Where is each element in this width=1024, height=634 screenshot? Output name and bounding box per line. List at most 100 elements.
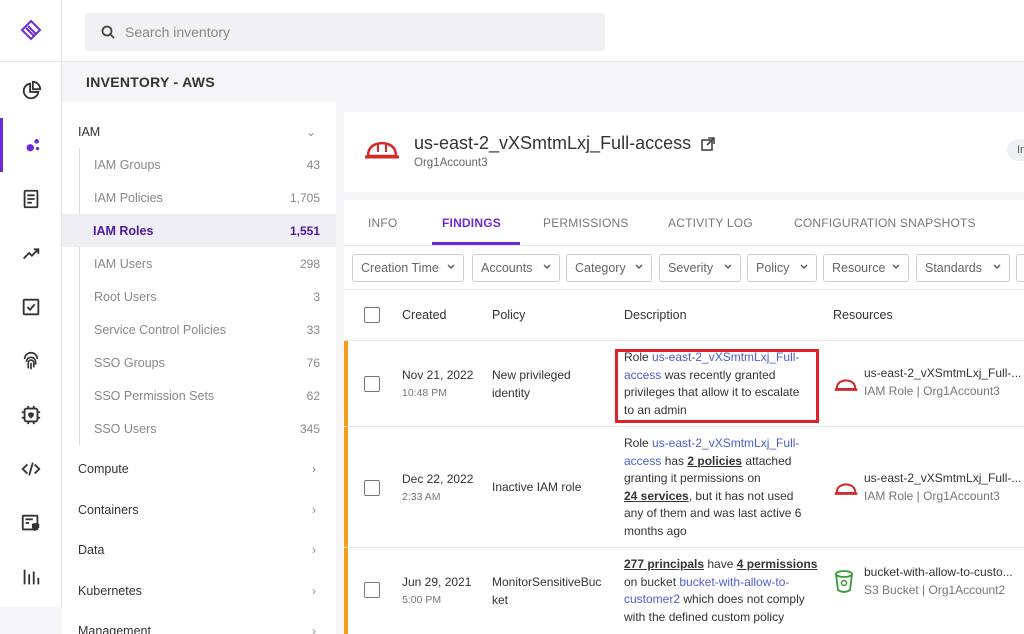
chevron-right-icon: › (312, 462, 316, 476)
tab-permissions[interactable]: PERMISSIONS (543, 216, 629, 230)
tree-category-label: Compute (78, 462, 129, 476)
tree-item-count: 62 (306, 388, 320, 403)
nav-workload[interactable] (0, 388, 62, 442)
policy-cell[interactable]: MonitorSensitiveBuc ket (492, 574, 601, 609)
resource-cell[interactable]: us-east-2_vXSmtmLxj_Full-... IAM Role | … (864, 365, 1021, 400)
nav-policies[interactable] (0, 496, 62, 550)
highlight-box (615, 349, 819, 423)
created-cell: Nov 21, 2022 10:48 PM (402, 367, 473, 402)
tree-item-iam-policies[interactable]: IAM Policies 1,705 (79, 181, 336, 214)
tree-item-sso-groups[interactable]: SSO Groups 76 (79, 346, 336, 379)
nav-identity[interactable] (0, 334, 62, 388)
chevron-down-icon (447, 264, 455, 269)
code-icon (21, 462, 41, 476)
column-header-description[interactable]: Description (624, 308, 687, 322)
tree-category-containers[interactable]: Containers › (62, 490, 336, 530)
tree-item-sso-permission-sets[interactable]: SSO Permission Sets 62 (79, 379, 336, 412)
search-input[interactable] (125, 24, 585, 40)
description-text: has (661, 453, 688, 468)
tree-item-iam-groups[interactable]: IAM Groups 43 (79, 148, 336, 181)
tree-item-root-users[interactable]: Root Users 3 (79, 280, 336, 313)
resource-cell[interactable]: bucket-with-allow-to-custo... S3 Bucket … (864, 564, 1013, 599)
description-text: which does not comply (680, 592, 805, 606)
iam-role-hardhat-icon (365, 141, 399, 159)
column-header-resources[interactable]: Resources (833, 308, 893, 322)
principals-link[interactable]: 277 principals (624, 557, 704, 571)
tree-category-compute[interactable]: Compute › (62, 449, 336, 489)
policy-cell[interactable]: New privileged identity (492, 367, 571, 402)
filter-label: Policy (756, 261, 790, 275)
tree-category-data[interactable]: Data › (62, 530, 336, 570)
resource-link[interactable]: customer2 (624, 592, 680, 606)
select-all-checkbox[interactable] (364, 307, 380, 323)
tab-info[interactable]: INFO (368, 216, 397, 230)
tab-findings[interactable]: FINDINGS (442, 216, 501, 230)
search-icon (101, 25, 115, 39)
tree-item-iam-users[interactable]: IAM Users 298 (79, 247, 336, 280)
nav-trends[interactable] (0, 226, 62, 280)
resource-link[interactable]: access (624, 454, 661, 468)
tab-configuration-snapshots[interactable]: CONFIGURATION SNAPSHOTS (794, 216, 976, 230)
created-time: 10:48 PM (402, 386, 447, 399)
filter-category[interactable]: Category (566, 254, 652, 282)
table-row[interactable]: Jun 29, 2021 5:00 PM MonitorSensitiveBuc… (344, 547, 1024, 634)
tree-item-label: IAM Roles (93, 223, 154, 238)
nav-code[interactable] (0, 442, 62, 496)
nav-dashboard[interactable] (0, 64, 62, 118)
external-link-icon[interactable] (701, 136, 715, 151)
description-cell: Role us-east-2_vXSmtmLxj_Full- access ha… (624, 435, 820, 540)
tree-category-label: IAM (78, 125, 101, 139)
policies-link[interactable]: 2 policies (687, 454, 742, 468)
column-header-policy[interactable]: Policy (492, 308, 525, 322)
tree-category-kubernetes[interactable]: Kubernetes › (62, 571, 336, 611)
active-tab-indicator (432, 242, 520, 245)
tree-item-label: IAM Groups (94, 157, 161, 172)
tree-category-label: Management (78, 624, 151, 634)
tree-category-management[interactable]: Management › (62, 611, 336, 634)
policy-cell[interactable]: Inactive IAM role (492, 479, 581, 497)
logo-icon (20, 19, 42, 40)
description-text: attached (742, 453, 792, 468)
tree-item-iam-roles[interactable]: IAM Roles 1,551 (62, 214, 336, 247)
tree-item-label: SSO Users (94, 421, 157, 436)
permissions-link[interactable]: 4 permissions (737, 557, 818, 571)
nav-inventory[interactable] (0, 118, 62, 172)
search-box[interactable] (85, 13, 605, 51)
tree-category-iam[interactable]: IAM ⌄ (62, 112, 336, 152)
description-text: months ago (624, 523, 687, 538)
tree-item-label: Service Control Policies (94, 322, 226, 337)
column-header-created[interactable]: Created (402, 308, 446, 322)
resource-name: bucket-with-allow-to-custo... (864, 565, 1013, 579)
row-checkbox[interactable] (364, 582, 380, 598)
filter-policy[interactable]: Policy (747, 254, 817, 282)
filter-more[interactable] (1016, 254, 1024, 282)
page-title: INVENTORY - AWS (86, 74, 215, 90)
tree-item-count: 43 (306, 157, 320, 172)
table-row[interactable]: Dec 22, 2022 2:33 AM Inactive IAM role R… (344, 426, 1024, 547)
chevron-right-icon: › (312, 543, 316, 557)
chevron-right-icon: › (312, 503, 316, 517)
tab-activity-log[interactable]: ACTIVITY LOG (668, 216, 753, 230)
row-checkbox[interactable] (364, 480, 380, 496)
filter-severity[interactable]: Severity (659, 254, 741, 282)
table-row[interactable]: Nov 21, 2022 10:48 PM New privileged ide… (344, 340, 1024, 426)
resource-cell[interactable]: us-east-2_vXSmtmLxj_Full-... IAM Role | … (864, 470, 1021, 505)
nav-reports[interactable] (0, 172, 62, 226)
resource-link[interactable]: us-east-2_vXSmtmLxj_Full- (652, 436, 799, 450)
filter-accounts[interactable]: Accounts (472, 254, 560, 282)
document-shield-icon (21, 514, 40, 532)
tree-item-count: 298 (299, 256, 320, 271)
nav-compliance[interactable] (0, 280, 62, 334)
row-checkbox[interactable] (364, 376, 380, 392)
tree-item-scp[interactable]: Service Control Policies 33 (79, 313, 336, 346)
resource-link[interactable]: bucket-with-allow-to- (679, 575, 789, 589)
tree-item-count: 1,551 (289, 223, 320, 238)
filter-resource[interactable]: Resource (823, 254, 909, 282)
tree-item-sso-users[interactable]: SSO Users 345 (79, 412, 336, 445)
filter-creation-time[interactable]: Creation Time (352, 254, 464, 282)
filter-standards[interactable]: Standards (916, 254, 1010, 282)
services-link[interactable]: 24 services (624, 489, 689, 503)
nav-analytics[interactable] (0, 550, 62, 604)
app-logo[interactable] (0, 0, 62, 62)
chip-shield-icon (21, 405, 41, 425)
